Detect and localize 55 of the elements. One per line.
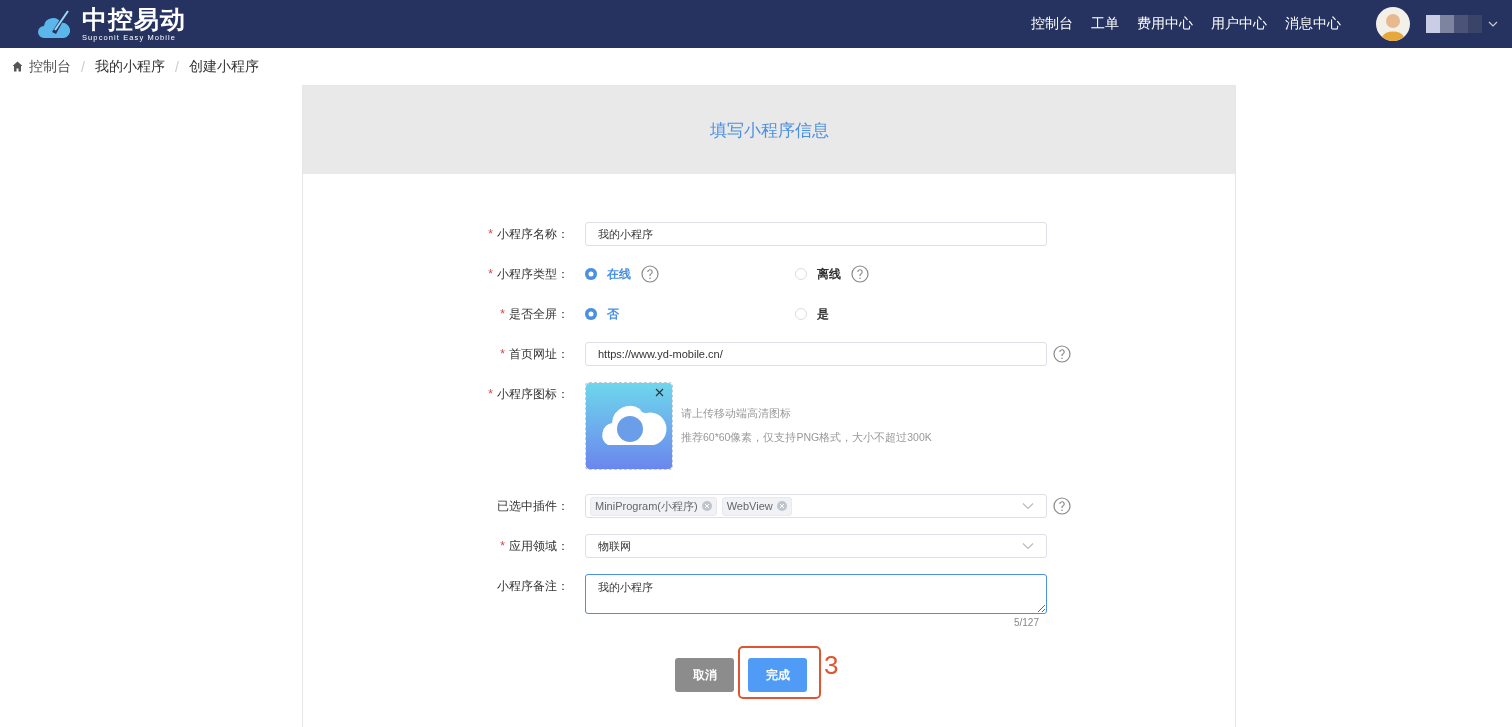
nav-link[interactable]: 工单 (1082, 15, 1128, 33)
breadcrumb-link[interactable]: 创建小程序 (188, 57, 259, 76)
upload-hint: 推荐60*60像素，仅支持PNG格式，大小不超过300K (681, 430, 932, 445)
radio-button[interactable] (585, 308, 597, 320)
breadcrumb-separator: / (81, 58, 85, 75)
radio-button[interactable] (795, 268, 807, 280)
radio-label[interactable]: 离线 (817, 265, 841, 283)
field-label: 小程序名称： (497, 227, 569, 241)
home-icon[interactable] (12, 61, 23, 72)
tag-close-icon[interactable] (701, 501, 712, 511)
field-label: 已选中插件： (497, 499, 569, 513)
plugin-select[interactable]: MiniProgram(小程序) WebView (585, 494, 1047, 518)
step-annotation: 3 (824, 650, 839, 681)
text-field[interactable]: https://www.yd-mobile.cn/ (585, 342, 1047, 366)
field-label: 小程序类型： (497, 267, 569, 281)
help-icon[interactable] (641, 265, 659, 283)
char-counter: 5/127 (1013, 617, 1039, 628)
help-icon[interactable] (1053, 345, 1071, 363)
notes-field[interactable]: 我的小程序 (585, 574, 1047, 614)
required-mark: * (488, 227, 493, 241)
required-mark: * (488, 267, 493, 281)
logo-title: 中控易动 (82, 6, 186, 32)
field-label: 应用领域： (509, 539, 569, 553)
required-mark: * (500, 307, 505, 321)
caret-icon[interactable] (1488, 21, 1498, 27)
caret-icon (1022, 542, 1034, 550)
nav-link[interactable]: 消息中心 (1276, 15, 1350, 33)
required-mark: * (488, 387, 493, 401)
nav-link[interactable]: 控制台 (1022, 15, 1082, 33)
required-mark: * (500, 347, 505, 361)
tag-close-icon[interactable] (776, 501, 787, 511)
field-label: 首页网址： (509, 347, 569, 361)
upload-hint: 请上传移动端高清图标 (681, 406, 792, 421)
text-field[interactable]: 我的小程序 (585, 222, 1047, 246)
card-title: 填写小程序信息 (709, 119, 829, 142)
caret-icon (1022, 502, 1034, 510)
select-field[interactable]: 物联网 (585, 534, 1047, 558)
radio-button[interactable] (795, 308, 807, 320)
radio-button[interactable] (585, 268, 597, 280)
help-icon[interactable] (1053, 497, 1071, 515)
breadcrumb-separator: / (174, 58, 179, 75)
nav-link[interactable]: 费用中心 (1128, 15, 1202, 33)
field-label: 小程序备注： (497, 579, 569, 593)
breadcrumb-link[interactable]: 我的小程序 (94, 57, 165, 76)
select-value: 物联网 (597, 538, 631, 554)
field-label: 是否全屏： (509, 307, 569, 321)
help-icon[interactable] (851, 265, 869, 283)
avatar-icon[interactable] (1376, 7, 1410, 41)
field-label: 小程序图标： (497, 387, 569, 401)
close-icon[interactable] (655, 388, 664, 397)
radio-label[interactable]: 是 (817, 305, 829, 323)
required-mark: * (500, 539, 505, 553)
username-blur (1426, 15, 1482, 33)
nav-link[interactable]: 用户中心 (1202, 15, 1276, 33)
breadcrumb-link[interactable]: 控制台 (29, 57, 71, 76)
